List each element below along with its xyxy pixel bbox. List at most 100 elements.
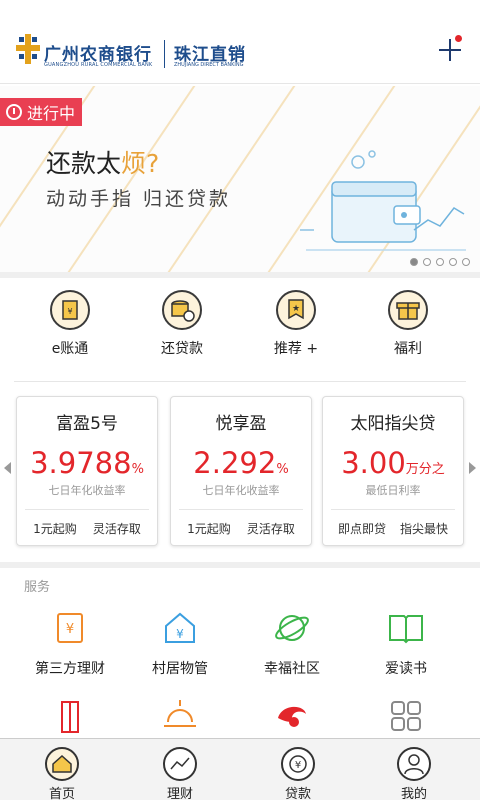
svg-text:¥: ¥ xyxy=(176,627,184,641)
product-rate-value: 2.292 xyxy=(193,446,277,480)
product-rate-value: 3.9788 xyxy=(30,446,132,480)
product-rate-value: 3.00 xyxy=(341,446,406,480)
product-rate-desc: 最低日利率 xyxy=(365,484,421,497)
carousel-dot[interactable] xyxy=(436,258,444,266)
svg-text:¥: ¥ xyxy=(295,760,301,771)
wallet-icon xyxy=(300,150,466,251)
banner-title-text: 还款太 xyxy=(46,149,122,178)
bottom-nav: 首页 理财 ¥ 贷款 我的 xyxy=(0,738,480,800)
add-button[interactable] xyxy=(436,35,464,64)
product-tag: 灵活存取 xyxy=(246,522,295,536)
quick-item-e-account[interactable]: ¥ e账通 xyxy=(20,290,120,358)
product-rate-desc: 七日年化收益率 xyxy=(202,484,280,497)
product-tag: 指尖最快 xyxy=(399,522,448,536)
quick-menu: ¥ e账通 还贷款 ★ 推荐 + 福利 xyxy=(0,290,480,374)
chart-trend-icon xyxy=(163,747,197,781)
banner-subtitle: 动动手指 归还贷款 xyxy=(46,188,232,210)
app-root: { "header": { "brand_cn": "广州农商银行", "bra… xyxy=(0,0,480,800)
sub-brand-name-en: ZHUJIANG DIRECT BANKING xyxy=(174,62,244,68)
product-rate: 3.9788% xyxy=(17,446,157,480)
service-community[interactable]: 幸福社区 xyxy=(232,608,352,678)
quick-item-repay[interactable]: 还贷款 xyxy=(132,290,232,358)
nav-label: 我的 xyxy=(400,787,427,800)
service-swirl[interactable] xyxy=(232,696,352,740)
clock-icon xyxy=(6,104,22,120)
carousel-indicator[interactable] xyxy=(410,258,470,266)
product-rate-unit: % xyxy=(276,462,289,477)
service-label: 爱读书 xyxy=(385,661,427,677)
carousel-dot[interactable] xyxy=(449,258,457,266)
nav-label: 理财 xyxy=(166,787,193,800)
nav-item-finance[interactable]: 理财 xyxy=(120,739,240,800)
quick-item-recommend[interactable]: ★ 推荐 + xyxy=(246,290,346,358)
services-title: 服务 xyxy=(24,580,51,595)
finance-doc-icon: ¥ xyxy=(57,613,83,643)
service-more[interactable] xyxy=(346,696,466,740)
nav-item-loan[interactable]: ¥ 贷款 xyxy=(238,739,358,800)
section-gap xyxy=(0,272,480,278)
status-badge: 进行中 xyxy=(0,98,82,126)
quick-item-label: 还贷款 xyxy=(161,341,203,357)
quick-item-welfare[interactable]: 福利 xyxy=(358,290,458,358)
nav-label: 首页 xyxy=(48,787,75,800)
product-tags: 1元起购 灵活存取 xyxy=(25,509,149,537)
banner-title: 还款太烦? xyxy=(46,144,159,180)
product-rate-desc: 七日年化收益率 xyxy=(48,484,126,497)
product-tag: 1元起购 xyxy=(187,522,231,536)
grid-more-icon xyxy=(391,701,421,731)
product-tags: 1元起购 灵活存取 xyxy=(179,509,303,537)
coins-icon xyxy=(162,290,202,330)
brand-divider xyxy=(164,40,165,68)
product-rate-unit: 万分之 xyxy=(405,462,445,477)
service-sunrise[interactable] xyxy=(120,696,240,740)
service-third-party-finance[interactable]: ¥ 第三方理财 xyxy=(10,608,130,678)
sunrise-icon xyxy=(164,700,196,727)
carousel-dot[interactable] xyxy=(410,258,418,266)
promo-banner[interactable]: 进行中 还款太烦? 动动手指 归还贷款 xyxy=(0,86,480,272)
user-icon xyxy=(397,747,431,781)
carousel-dot[interactable] xyxy=(423,258,431,266)
loan-yuan-icon: ¥ xyxy=(281,747,315,781)
e-account-icon: ¥ xyxy=(50,290,90,330)
planet-icon xyxy=(275,615,309,641)
product-rate-unit: % xyxy=(131,462,144,477)
product-card[interactable]: 太阳指尖贷 3.00万分之 最低日利率 即点即贷 指尖最快 xyxy=(322,396,464,546)
app-header: 广州农商银行 GUANGZHOU RURAL COMMERCIAL BANK 珠… xyxy=(0,0,480,84)
product-carousel: 富盈5号 3.9788% 七日年化收益率 1元起购 灵活存取 悦享盈 2.292… xyxy=(0,396,480,548)
service-building[interactable] xyxy=(10,696,130,740)
product-tag: 1元起购 xyxy=(33,522,77,536)
svg-text:★: ★ xyxy=(292,304,300,314)
building-icon xyxy=(61,701,79,733)
book-icon xyxy=(389,615,423,644)
divider xyxy=(14,381,466,382)
carousel-dot[interactable] xyxy=(462,258,470,266)
nav-item-home[interactable]: 首页 xyxy=(2,739,122,800)
quick-item-label: 福利 xyxy=(394,341,422,357)
service-label: 村居物管 xyxy=(152,661,208,677)
product-rate: 3.00万分之 xyxy=(323,446,463,480)
swirl-logo-icon xyxy=(278,706,306,727)
product-tag: 即点即贷 xyxy=(337,522,386,536)
brand-name-en: GUANGZHOU RURAL COMMERCIAL BANK xyxy=(44,62,153,68)
product-name: 富盈5号 xyxy=(56,414,118,434)
notification-dot xyxy=(455,35,462,42)
house-yuan-icon: ¥ xyxy=(165,612,195,643)
product-name: 悦享盈 xyxy=(215,414,267,434)
star-badge-icon: ★ xyxy=(276,290,316,330)
service-property[interactable]: ¥ 村居物管 xyxy=(120,608,240,678)
service-label: 第三方理财 xyxy=(35,661,105,677)
gift-icon xyxy=(388,290,428,330)
product-tags: 即点即贷 指尖最快 xyxy=(331,509,455,537)
quick-item-label: 推荐 + xyxy=(273,341,319,357)
product-card[interactable]: 富盈5号 3.9788% 七日年化收益率 1元起购 灵活存取 xyxy=(16,396,158,546)
home-icon xyxy=(45,747,79,781)
service-reading[interactable]: 爱读书 xyxy=(346,608,466,678)
product-tag: 灵活存取 xyxy=(92,522,141,536)
banner-title-highlight: 烦? xyxy=(121,149,160,178)
svg-text:¥: ¥ xyxy=(67,307,72,316)
status-badge-label: 进行中 xyxy=(27,104,76,123)
nav-item-mine[interactable]: 我的 xyxy=(354,739,474,800)
product-card[interactable]: 悦享盈 2.292% 七日年化收益率 1元起购 灵活存取 xyxy=(170,396,312,546)
product-name: 太阳指尖贷 xyxy=(350,414,436,434)
svg-text:¥: ¥ xyxy=(66,622,74,637)
